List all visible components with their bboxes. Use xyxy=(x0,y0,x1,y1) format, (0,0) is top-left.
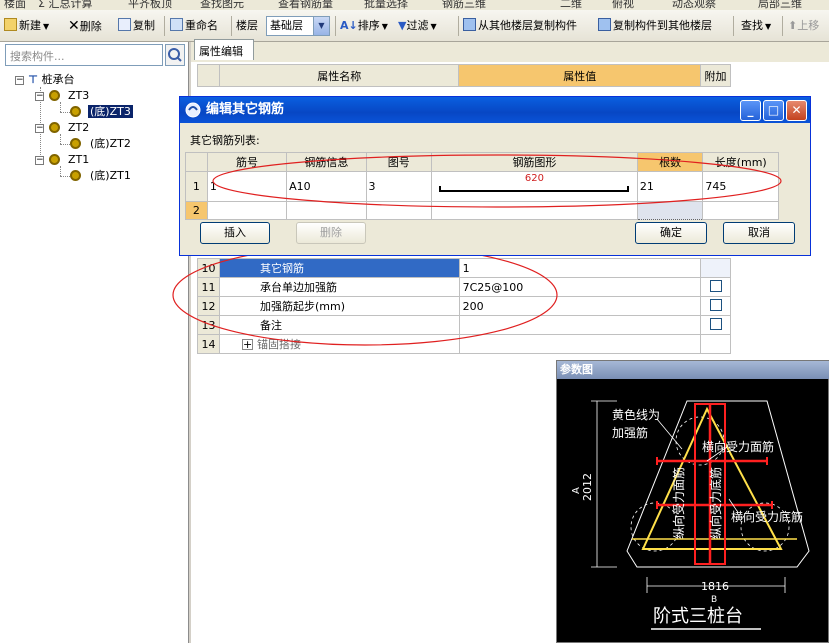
diagram-caption: 阶式三桩台 xyxy=(653,606,743,627)
sort-button[interactable]: A↓排序 ▼ xyxy=(340,17,388,35)
minimize-button[interactable]: _ xyxy=(740,100,761,121)
cancel-button[interactable]: 取消 xyxy=(723,222,795,244)
menu-item-orbit[interactable]: 动态观察 xyxy=(672,0,716,10)
tab-bar xyxy=(191,42,829,62)
menu-bar: 楼面 Σ 汇总计算 平齐板顶 查找图元 查看钢筋量 批量选择 钢筋三维 二维 俯… xyxy=(0,0,829,10)
collapse-zt3-toggle[interactable]: − xyxy=(35,92,44,101)
checkbox[interactable] xyxy=(709,317,722,330)
property-table-header: 属性名称 属性值 附加 xyxy=(197,64,732,87)
menu-item-align[interactable]: 平齐板顶 xyxy=(128,0,172,10)
pile-cap-icon: ⊤ xyxy=(28,73,39,86)
collapse-root-toggle[interactable]: − xyxy=(15,76,24,85)
close-icon: ✕ xyxy=(791,103,802,117)
tree-item-zt2-bottom[interactable]: (底)ZT2 xyxy=(90,137,131,151)
col-prop-name: 属性名称 xyxy=(218,64,460,87)
annotation-ellipse-props xyxy=(172,244,558,346)
floor-label: 楼层 xyxy=(236,19,258,32)
delete-icon: ✕ xyxy=(68,18,80,34)
collapse-zt1-toggle[interactable]: − xyxy=(35,156,44,165)
checkbox[interactable] xyxy=(709,279,722,292)
collapse-zt2-toggle[interactable]: − xyxy=(35,124,44,133)
label-bottom-transverse: 横向受力底筋 xyxy=(731,509,803,524)
label-long-bottom: 纵向受力底筋 xyxy=(708,467,723,539)
move-up-icon: ⬆ xyxy=(788,19,798,32)
search-button[interactable] xyxy=(165,44,185,66)
search-input[interactable]: 搜索构件... xyxy=(5,44,163,66)
menu-item-find[interactable]: 查找图元 xyxy=(200,0,244,10)
gear-icon xyxy=(49,122,60,133)
menu-item-floor[interactable]: 楼面 xyxy=(4,0,26,10)
copy-to-floor-button[interactable]: 复制构件到其他楼层 xyxy=(598,17,712,35)
list-label: 其它钢筋列表: xyxy=(190,134,260,147)
gear-icon xyxy=(49,154,60,165)
floor-select[interactable]: 基础层 ▼ xyxy=(266,16,330,36)
menu-item-2d[interactable]: 二维 xyxy=(560,0,582,10)
reference-drawing-panel: 参数图 A 2012 1816 B 黄色线为 加强筋 横向受力面筋 横向受力底筋… xyxy=(556,360,829,643)
maximize-icon: □ xyxy=(767,103,780,117)
copy-from-floor-icon xyxy=(463,18,476,31)
delete-button[interactable]: ✕删除 xyxy=(68,17,102,35)
gear-icon xyxy=(70,106,81,117)
search-icon xyxy=(168,48,182,62)
gear-icon xyxy=(70,170,81,181)
note-line2: 加强筋 xyxy=(612,425,648,440)
copy-to-floor-icon xyxy=(598,18,611,31)
menu-item-calc[interactable]: Σ 汇总计算 xyxy=(38,0,92,10)
tree-item-zt1[interactable]: ZT1 xyxy=(68,153,89,167)
filter-button[interactable]: ▼过滤 ▼ xyxy=(398,17,437,35)
pile-cap-diagram: A 2012 1816 B 黄色线为 加强筋 横向受力面筋 横向受力底筋 纵向受… xyxy=(571,400,810,630)
dim-b-value: 1816 xyxy=(701,580,729,593)
tree-root[interactable]: ⊤ 桩承台 xyxy=(28,73,75,87)
insert-button[interactable]: 插入 xyxy=(200,222,270,244)
delete-row-button[interactable]: 删除 xyxy=(296,222,366,244)
checkbox[interactable] xyxy=(709,298,722,311)
tree-item-zt3-bottom[interactable]: (底)ZT3 xyxy=(88,105,133,119)
new-icon xyxy=(4,18,17,31)
close-button[interactable]: ✕ xyxy=(786,100,807,121)
ok-button[interactable]: 确定 xyxy=(635,222,707,244)
new-button[interactable]: 新建 ▼ xyxy=(4,17,49,35)
label-long-face: 纵向受力面筋 xyxy=(671,467,686,539)
rename-icon xyxy=(170,18,183,31)
maximize-button[interactable]: □ xyxy=(763,100,784,121)
label-top-transverse: 横向受力面筋 xyxy=(702,439,774,454)
gear-icon xyxy=(49,90,60,101)
find-button[interactable]: 查找 ▼ xyxy=(741,17,771,35)
note-line1: 黄色线为 xyxy=(612,408,660,422)
menu-item-batch[interactable]: 批量选择 xyxy=(364,0,408,10)
app-icon xyxy=(185,102,201,118)
dim-a-value: 2012 xyxy=(581,473,594,501)
reference-title: 参数图 xyxy=(557,361,829,379)
copy-icon xyxy=(118,18,131,31)
col-prop-extra: 附加 xyxy=(699,64,732,87)
menu-item-local-3d[interactable]: 局部三维 xyxy=(758,0,802,10)
tree-item-zt3[interactable]: ZT3 xyxy=(68,89,89,103)
annotation-ellipse-dialog xyxy=(212,154,782,208)
dialog-title: 编辑其它钢筋 xyxy=(180,97,810,123)
menu-item-top-view[interactable]: 俯视 xyxy=(612,0,634,10)
menu-item-3d[interactable]: 钢筋三维 xyxy=(442,0,486,10)
tree-item-zt1-bottom[interactable]: (底)ZT1 xyxy=(90,169,131,183)
copy-button[interactable]: 复制 xyxy=(118,17,155,35)
move-up-button[interactable]: ⬆上移 xyxy=(788,17,819,35)
chevron-down-icon[interactable]: ▼ xyxy=(313,17,329,35)
tab-property-edit[interactable]: 属性编辑 xyxy=(194,39,254,60)
col-prop-value: 属性值 xyxy=(458,64,701,87)
menu-item-view-rebar[interactable]: 查看钢筋量 xyxy=(278,0,333,10)
sort-icon: A↓ xyxy=(340,19,358,32)
copy-from-floor-button[interactable]: 从其他楼层复制构件 xyxy=(463,17,577,35)
tree-item-zt2[interactable]: ZT2 xyxy=(68,121,89,135)
rename-button[interactable]: 重命名 xyxy=(170,17,218,35)
dim-b-name: B xyxy=(711,595,717,605)
gear-icon xyxy=(70,138,81,149)
minimize-icon: _ xyxy=(747,103,754,117)
toolbar: 新建 ▼ ✕删除 复制 重命名 楼层 基础层 ▼ A↓排序 ▼ ▼过滤 ▼ 从其他楼层… xyxy=(0,10,829,42)
